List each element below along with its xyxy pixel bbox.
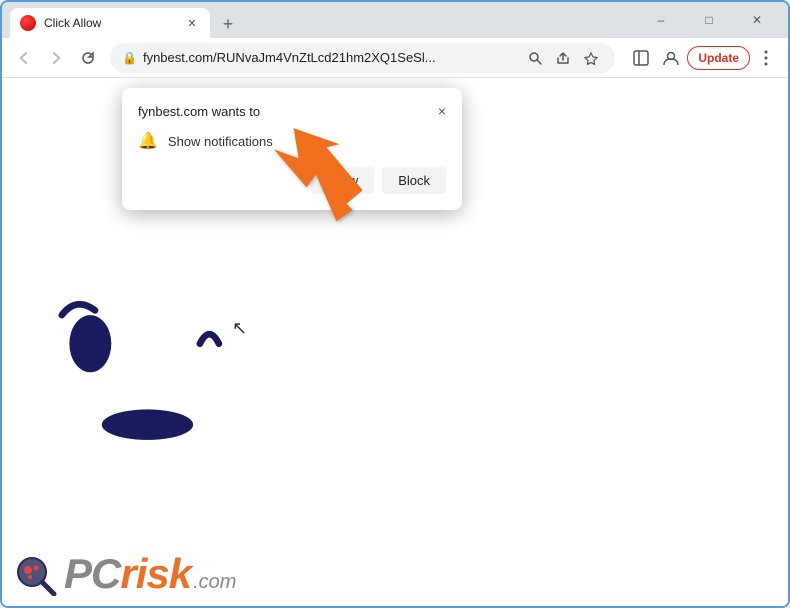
navigation-bar: 🔒 fynbest.com/RUNvaJm4VnZtLcd21hm2XQ1SeS… [2,38,788,78]
address-icons [523,46,603,70]
tab-title: Click Allow [44,16,176,30]
update-button[interactable]: Update [687,46,750,70]
tab-close-button[interactable]: ✕ [184,15,200,31]
pcrisk-logo-icon [14,552,58,596]
forward-button[interactable] [42,44,70,72]
close-button[interactable]: ✕ [734,4,780,36]
block-button[interactable]: Block [382,167,446,194]
toolbar-right: Update [627,44,780,72]
maximize-button[interactable]: □ [686,4,732,36]
minimize-button[interactable]: – [638,4,684,36]
share-icon-btn[interactable] [551,46,575,70]
title-bar: Click Allow ✕ + – □ ✕ [2,2,788,38]
profile-btn[interactable] [657,44,685,72]
browser-window: Click Allow ✕ + – □ ✕ 🔒 fynbest.com/RUNv… [0,0,790,608]
back-button[interactable] [10,44,38,72]
tab-favicon [20,15,36,31]
pcrisk-text-group: PC risk .com [64,550,236,598]
address-bar[interactable]: 🔒 fynbest.com/RUNvaJm4VnZtLcd21hm2XQ1SeS… [110,43,615,73]
search-icon-btn[interactable] [523,46,547,70]
window-controls: – □ ✕ [638,4,780,36]
domain-text: .com [193,571,236,597]
orange-arrow [272,108,382,243]
reload-button[interactable] [74,44,102,72]
lock-icon: 🔒 [122,51,137,65]
pc-text: PC [64,550,120,598]
pcrisk-watermark: PC risk .com [14,550,236,598]
content-area: fynbest.com wants to × 🔔 Show notificati… [2,78,788,606]
tab-area: Click Allow ✕ + [10,2,630,38]
bookmark-icon-btn[interactable] [579,46,603,70]
new-tab-button[interactable]: + [214,10,242,38]
active-tab[interactable]: Click Allow ✕ [10,8,210,38]
dialog-title: fynbest.com wants to [138,104,260,119]
sidebar-toggle-btn[interactable] [627,44,655,72]
url-text: fynbest.com/RUNvaJm4VnZtLcd21hm2XQ1SeSl.… [143,50,517,65]
cartoon-face [32,258,282,458]
notification-option-label: Show notifications [168,134,273,149]
risk-text: risk [120,550,191,598]
bell-icon: 🔔 [138,131,158,151]
dialog-close-button[interactable]: × [438,104,446,118]
more-options-btn[interactable] [752,44,780,72]
